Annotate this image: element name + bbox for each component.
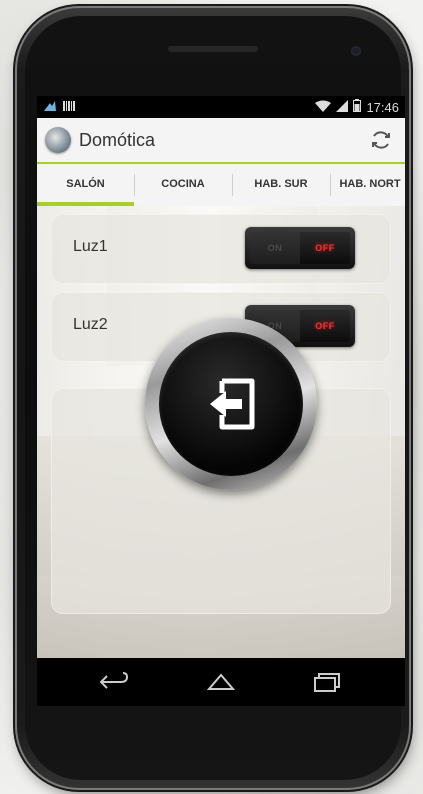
- exit-button[interactable]: [145, 318, 317, 490]
- status-time: 17:46: [366, 99, 399, 115]
- signal-icon: [336, 99, 349, 115]
- refresh-icon: [372, 131, 390, 149]
- tab-hab-sur[interactable]: HAB. SUR: [232, 164, 330, 206]
- front-camera: [351, 46, 361, 56]
- exit-icon: [210, 378, 255, 430]
- light-label: Luz2: [73, 316, 108, 333]
- status-bar: 17:46: [37, 96, 405, 118]
- app-logo-icon: [45, 127, 71, 153]
- light-row-luz1: Luz1 ON OFF: [51, 214, 391, 284]
- screen: 17:46 Domótica SALÓN COCINA HAB. SUR HAB…: [37, 96, 405, 658]
- tab-hab-norte[interactable]: HAB. NORT: [330, 164, 405, 206]
- recents-button[interactable]: [309, 670, 343, 694]
- home-button[interactable]: [204, 670, 238, 694]
- speaker-grille: [168, 46, 258, 52]
- room-tabs: SALÓN COCINA HAB. SUR HAB. NORT: [37, 164, 405, 207]
- tab-cocina[interactable]: COCINA: [134, 164, 232, 206]
- action-bar: Domótica: [37, 118, 405, 164]
- app-title: Domótica: [79, 130, 156, 150]
- toggle-off-label: OFF: [300, 310, 350, 342]
- recents-icon: [314, 673, 340, 692]
- navigation-bar: [37, 658, 405, 706]
- light-label: Luz1: [73, 238, 108, 255]
- toggle-on-label: ON: [250, 232, 300, 264]
- back-button[interactable]: [97, 670, 131, 694]
- barcode-icon: [63, 100, 75, 115]
- back-icon: [99, 672, 129, 689]
- light-toggle-luz1[interactable]: ON OFF: [245, 227, 355, 269]
- refresh-button[interactable]: [369, 128, 393, 152]
- wifi-icon: [315, 100, 332, 115]
- home-icon: [206, 673, 236, 690]
- toggle-off-label: OFF: [300, 232, 350, 264]
- tab-salon[interactable]: SALÓN: [37, 164, 134, 206]
- battery-icon: [353, 99, 362, 115]
- notification-icon: [43, 100, 57, 115]
